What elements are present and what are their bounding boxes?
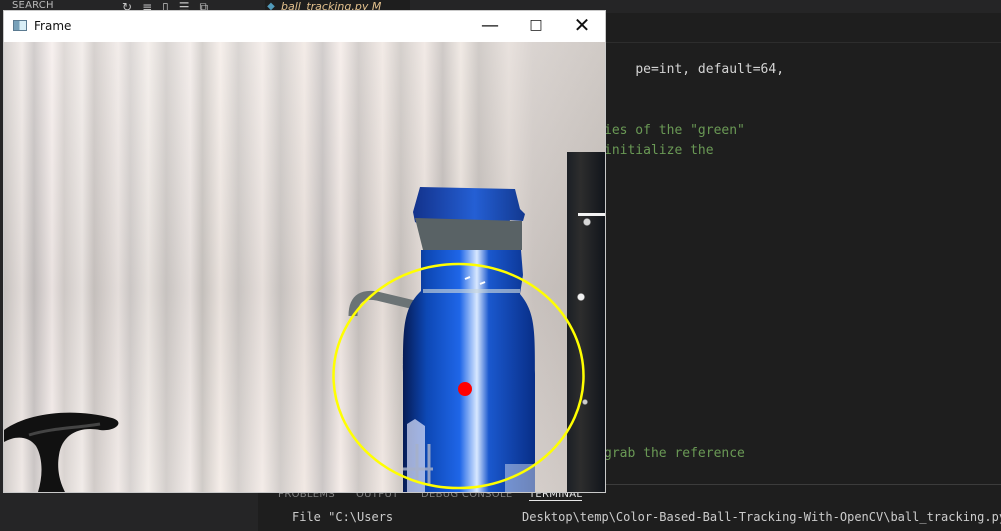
- opencv-frame-window[interactable]: Frame — □ ✕: [4, 11, 605, 492]
- minimize-button[interactable]: —: [467, 11, 513, 42]
- python-file-icon: ◆: [267, 0, 275, 12]
- red-center-point: [458, 382, 472, 396]
- window-icon: [13, 20, 27, 31]
- terminal-file-prefix: File "C:\Users: [292, 510, 394, 524]
- frame-title: Frame: [34, 19, 72, 33]
- tracking-overlay: [332, 262, 585, 490]
- terminal-file-path: Desktop\temp\Color-Based-Ball-Tracking-W…: [522, 510, 1001, 524]
- code-line-default-argument: pe=int, default=64,: [635, 62, 785, 77]
- comment-line-grab-reference: grab the reference: [604, 446, 745, 461]
- window-light: [578, 213, 605, 216]
- chair-image: [4, 412, 119, 492]
- close-button[interactable]: ✕: [559, 11, 605, 42]
- comment-line-green-boundaries: ies of the "green": [604, 123, 745, 138]
- desktop-screenshot: SEARCH ↻ ≡ ▯ ☰ ⧉ ◆ ball_tracking.py M pe…: [0, 0, 1001, 531]
- search-panel-title: SEARCH: [12, 0, 54, 11]
- terminal-next-line: ...: [292, 525, 312, 531]
- frame-titlebar[interactable]: Frame — □ ✕: [4, 11, 605, 43]
- camera-feed: [4, 42, 605, 492]
- yellow-tracking-circle: [332, 262, 585, 490]
- maximize-button[interactable]: □: [513, 11, 559, 42]
- comment-line-initialize: initialize the: [604, 143, 714, 158]
